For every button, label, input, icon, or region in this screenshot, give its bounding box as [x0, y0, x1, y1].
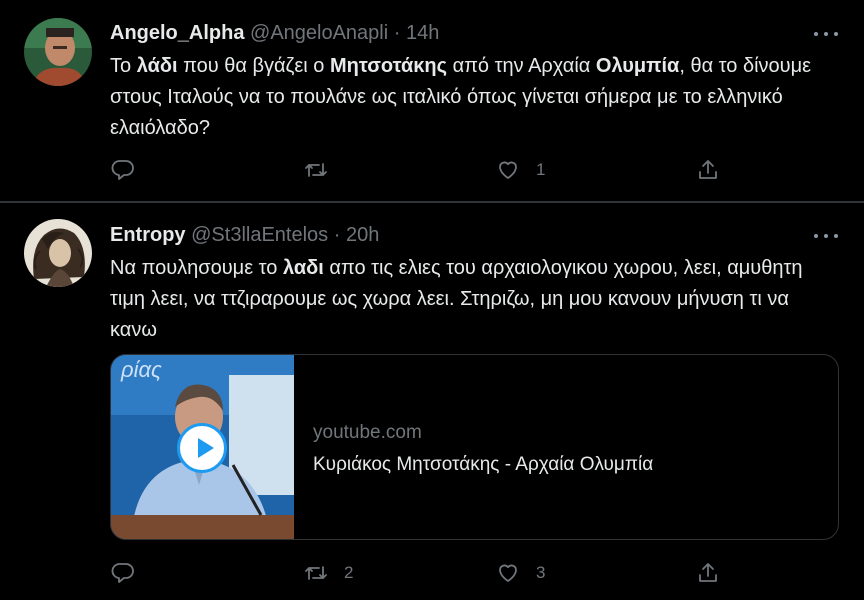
tweet-actions: 2 3: [110, 560, 750, 586]
retweet-button[interactable]: 2: [303, 560, 353, 586]
like-icon: [499, 564, 517, 582]
tweet-angelo[interactable]: Angelo_Alpha @AngeloAnapli · 14h Το λάδι…: [0, 0, 864, 201]
like-button[interactable]: 3: [495, 560, 545, 586]
card-title[interactable]: Κυριάκος Μητσοτάκης - Αρχαία Ολυμπία: [313, 454, 653, 476]
card-domain: youtube.com: [313, 422, 422, 443]
retweet-button[interactable]: [303, 157, 344, 183]
tweet-header: Angelo_Alpha @AngeloAnapli · 14h: [110, 21, 439, 45]
retweet-icon: [305, 163, 327, 177]
reply-icon: [111, 160, 134, 180]
share-icon: [699, 160, 717, 179]
tweet-entropy[interactable]: Entropy @St3llaEntelos · 20h Να πουλησου…: [0, 203, 864, 600]
avatar[interactable]: [24, 219, 92, 287]
separator: ·: [393, 22, 401, 44]
tweet-text: Να πουλησουμε το λαδι απο τις ελιες του …: [110, 257, 803, 341]
timestamp[interactable]: 14h: [406, 22, 439, 44]
reply-button[interactable]: [110, 157, 151, 183]
timestamp[interactable]: 20h: [346, 224, 379, 246]
tweet-text: Το λάδι που θα βγάζει ο Μητσοτάκης από τ…: [110, 55, 812, 139]
thumbnail-text: ρίας: [121, 357, 162, 382]
tweet-header: Entropy @St3llaEntelos · 20h: [110, 223, 379, 247]
handle[interactable]: @AngeloAnapli: [250, 22, 388, 44]
like-count: 3: [536, 563, 546, 582]
separator: ·: [333, 224, 341, 246]
tweet-actions: 1: [110, 157, 750, 183]
reply-icon: [111, 563, 134, 583]
retweet-icon: [305, 566, 327, 580]
link-card[interactable]: ρίας youtube.com Κυριάκος Μητσοτάκης - Α…: [110, 354, 839, 540]
avatar[interactable]: [24, 18, 92, 86]
play-icon[interactable]: [177, 423, 227, 473]
share-button[interactable]: [695, 560, 721, 586]
share-button[interactable]: [695, 157, 721, 183]
more-icon[interactable]: [814, 224, 838, 248]
like-button[interactable]: 1: [495, 157, 545, 183]
handle[interactable]: @St3llaEntelos: [191, 224, 328, 246]
reply-button[interactable]: [110, 560, 151, 586]
more-icon[interactable]: [814, 22, 838, 46]
display-name[interactable]: Entropy: [110, 224, 186, 246]
display-name[interactable]: Angelo_Alpha: [110, 22, 244, 44]
retweet-count: 2: [344, 563, 354, 582]
video-thumbnail[interactable]: ρίας: [111, 355, 294, 539]
like-icon: [499, 161, 517, 179]
share-icon: [699, 563, 717, 582]
